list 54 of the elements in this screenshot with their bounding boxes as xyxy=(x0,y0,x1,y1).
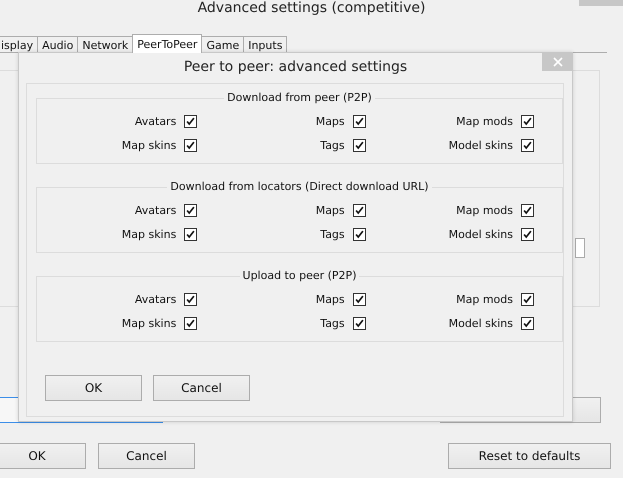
tab[interactable]: Network xyxy=(77,36,134,52)
option-label: Map mods xyxy=(456,292,513,307)
checkbox[interactable] xyxy=(352,228,366,241)
checkbox[interactable] xyxy=(520,317,534,330)
checkbox[interactable] xyxy=(520,115,534,128)
checkbox[interactable] xyxy=(184,317,198,330)
option-label: Maps xyxy=(316,203,345,218)
tab[interactable]: Game xyxy=(201,36,244,52)
checkbox[interactable] xyxy=(184,228,198,241)
option-label: Tags xyxy=(320,316,345,331)
option-label: Map skins xyxy=(122,316,176,331)
group-title: Download from peer (P2P) xyxy=(224,91,375,105)
close-icon xyxy=(552,56,562,66)
tab[interactable]: Inputs xyxy=(243,36,288,52)
dialog-title: Peer to peer: advanced settings xyxy=(184,59,408,75)
option-label: Tags xyxy=(320,227,345,242)
option-label: Maps xyxy=(316,292,345,307)
group-title: Upload to peer (P2P) xyxy=(240,269,360,283)
option-label: Avatars xyxy=(134,114,176,129)
dialog-button[interactable]: OK xyxy=(0,443,86,469)
input-field[interactable] xyxy=(575,238,585,258)
option-label: Model skins xyxy=(448,316,513,331)
checkbox[interactable] xyxy=(352,139,366,152)
option-label: Map skins xyxy=(122,227,176,242)
option-label: Avatars xyxy=(134,203,176,218)
checkbox[interactable] xyxy=(184,204,198,217)
checkbox[interactable] xyxy=(520,293,534,306)
tab[interactable]: isplay xyxy=(0,36,38,52)
checkbox[interactable] xyxy=(184,139,198,152)
reset-button[interactable]: Reset to defaults xyxy=(448,443,611,469)
option-label: Map mods xyxy=(456,114,513,129)
tab[interactable]: Audio xyxy=(37,36,78,52)
checkbox[interactable] xyxy=(520,139,534,152)
option-label: Map mods xyxy=(456,203,513,218)
window-title: Advanced settings (competitive) xyxy=(198,0,426,16)
tab[interactable]: PeerToPeer xyxy=(132,34,202,53)
checkbox[interactable] xyxy=(352,115,366,128)
checkbox[interactable] xyxy=(520,204,534,217)
option-label: Map skins xyxy=(122,138,176,153)
option-label: Tags xyxy=(320,138,345,153)
checkbox[interactable] xyxy=(352,293,366,306)
option-label: Avatars xyxy=(134,292,176,307)
option-label: Model skins xyxy=(448,138,513,153)
checkbox[interactable] xyxy=(352,317,366,330)
dialog-button[interactable]: Cancel xyxy=(153,375,250,401)
option-label: Maps xyxy=(316,114,345,129)
checkbox[interactable] xyxy=(184,293,198,306)
checkbox[interactable] xyxy=(520,228,534,241)
checkbox[interactable] xyxy=(352,204,366,217)
dialog-button[interactable]: Cancel xyxy=(98,443,195,469)
group-title: Download from locators (Direct download URL) xyxy=(167,180,432,194)
checkbox[interactable] xyxy=(184,115,198,128)
option-label: Model skins xyxy=(448,227,513,242)
dialog-button[interactable]: OK xyxy=(45,375,142,401)
